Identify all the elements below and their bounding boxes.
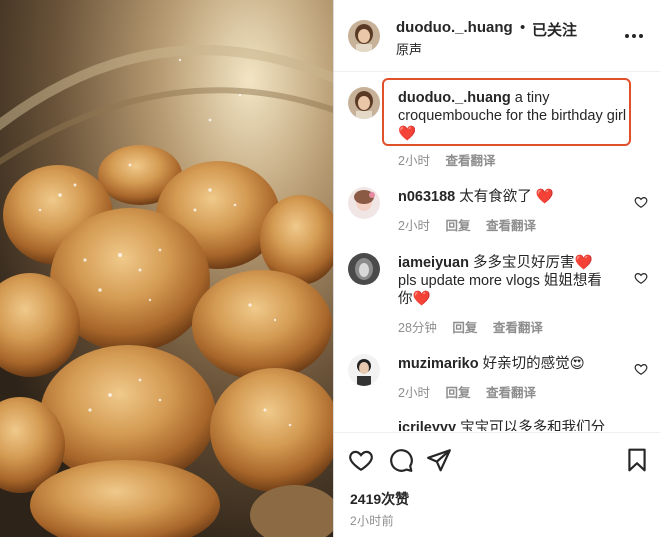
like-comment-heart-icon[interactable] xyxy=(634,271,648,285)
bookmark-icon[interactable] xyxy=(624,447,650,473)
comment-username[interactable]: n063188 xyxy=(398,189,455,205)
author-avatar[interactable] xyxy=(348,20,380,52)
comment-body-line3: 你 xyxy=(398,291,413,307)
comment-username[interactable]: muzimariko xyxy=(398,356,479,372)
comment-text: n063188 太有食欲了 ❤️ xyxy=(398,188,628,206)
reply-link[interactable]: 回复 xyxy=(445,219,470,233)
commenter-avatar[interactable] xyxy=(348,354,380,386)
comment-body-line1: 多多宝贝好厉害 xyxy=(472,255,575,271)
see-translation-link[interactable]: 查看翻译 xyxy=(486,386,536,400)
heart-emoji: ❤️ xyxy=(412,291,431,307)
comment-body-line2: pls update more vlogs 姐姐想看 xyxy=(398,273,602,289)
comment-time: 2小时 xyxy=(398,219,430,233)
author-username[interactable]: duoduo._.huang xyxy=(396,19,513,36)
reply-link[interactable]: 回复 xyxy=(445,386,470,400)
comment-time: 28分钟 xyxy=(398,321,437,335)
post-photo[interactable] xyxy=(0,0,333,537)
heart-eyes-emoji: 😍 xyxy=(569,356,585,372)
follow-separator: • xyxy=(520,19,526,36)
heart-emoji: ❤️ xyxy=(535,189,554,205)
caption-text: duoduo._.huang a tiny croquembouche for … xyxy=(398,89,628,143)
comment-text: jcrileyyy 宝宝可以多多和我们分 xyxy=(398,419,638,431)
heart-emoji: ❤️ xyxy=(574,255,593,271)
share-paper-plane-icon[interactable] xyxy=(426,447,452,473)
comment-item: n063188 太有食欲了 ❤️ 2小时 回复 查看翻译 xyxy=(334,183,660,243)
caption-meta: 2小时 查看翻译 xyxy=(398,150,507,169)
comment-meta: 2小时 回复 查看翻译 xyxy=(398,215,548,234)
comment-username[interactable]: jcrileyyy xyxy=(398,420,456,431)
caption-avatar[interactable] xyxy=(348,87,380,119)
comment-meta: 2小时 回复 查看翻译 xyxy=(398,382,548,401)
comment-body: 好亲切的感觉 xyxy=(482,356,570,372)
comment-item: muzimariko 好亲切的感觉😍 2小时 回复 查看翻译 xyxy=(334,352,660,412)
post-header: duoduo._.huang • 已关注 原声 xyxy=(334,0,660,72)
caption-time: 2小时 xyxy=(398,154,430,168)
caption-username[interactable]: duoduo._.huang xyxy=(398,90,511,106)
more-horizontal-icon[interactable] xyxy=(622,26,646,46)
commenter-avatar[interactable] xyxy=(348,253,380,285)
post-timestamp: 2小时前 xyxy=(350,514,394,528)
comment-body: 宝宝可以多多和我们分 xyxy=(460,420,606,431)
comment-item: iameiyuan 多多宝贝好厉害❤️ pls update more vlog… xyxy=(334,251,660,343)
action-bar: 2419次赞 2小时前 xyxy=(334,432,660,537)
like-count[interactable]: 2419次赞 xyxy=(350,489,409,509)
comment-time: 2小时 xyxy=(398,386,430,400)
comment-bubble-icon[interactable] xyxy=(388,447,414,473)
heart-emoji: ❤️ xyxy=(398,126,417,142)
comment-text: iameiyuan 多多宝贝好厉害❤️ pls update more vlog… xyxy=(398,254,633,308)
caption-item: duoduo._.huang a tiny croquembouche for … xyxy=(334,73,660,173)
like-comment-heart-icon[interactable] xyxy=(634,195,648,209)
comment-text: muzimariko 好亲切的感觉😍 xyxy=(398,355,628,373)
see-translation-link[interactable]: 查看翻译 xyxy=(486,219,536,233)
post-panel: duoduo._.huang • 已关注 原声 duoduo._.huang a… xyxy=(334,0,660,537)
original-audio-link[interactable]: 原声 xyxy=(396,39,422,58)
like-heart-icon[interactable] xyxy=(348,447,374,473)
comment-list[interactable]: duoduo._.huang a tiny croquembouche for … xyxy=(334,73,660,431)
reply-link[interactable]: 回复 xyxy=(452,321,477,335)
comment-body: 太有食欲了 xyxy=(459,189,532,205)
commenter-avatar[interactable] xyxy=(348,187,380,219)
follow-status-button[interactable]: 已关注 xyxy=(532,19,577,40)
like-comment-heart-icon[interactable] xyxy=(634,362,648,376)
see-translation-link[interactable]: 查看翻译 xyxy=(445,154,495,168)
comment-item-partial: jcrileyyy 宝宝可以多多和我们分 xyxy=(334,419,660,431)
comment-username[interactable]: iameiyuan xyxy=(398,255,469,271)
comment-meta: 28分钟 回复 查看翻译 xyxy=(398,317,555,336)
see-translation-link[interactable]: 查看翻译 xyxy=(493,321,543,335)
